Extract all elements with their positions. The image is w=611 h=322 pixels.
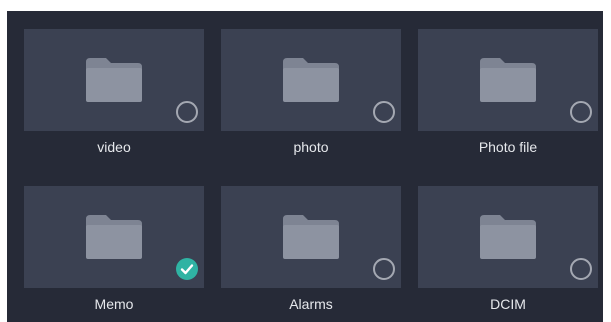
folder-tile-video[interactable]: video	[24, 29, 204, 164]
folder-tile-dcim[interactable]: DCIM	[418, 186, 598, 321]
folder-label: DCIM	[490, 296, 526, 312]
folder-label: Memo	[94, 296, 134, 312]
folder-thumbnail	[24, 186, 204, 288]
folder-thumbnail	[418, 29, 598, 131]
folder-thumbnail	[24, 29, 204, 131]
folder-tile-photo-file[interactable]: Photo file	[418, 29, 598, 164]
folder-grid: video photo Photo file Memo Alarms DCIM	[24, 29, 598, 321]
folder-icon	[283, 215, 339, 259]
folder-icon	[480, 215, 536, 259]
folder-label: video	[97, 139, 131, 155]
selection-circle[interactable]	[570, 101, 592, 123]
folder-tile-alarms[interactable]: Alarms	[221, 186, 401, 321]
folder-label: Alarms	[289, 296, 333, 312]
folder-label: Photo file	[478, 139, 538, 155]
selection-circle[interactable]	[373, 258, 395, 280]
folder-icon	[283, 58, 339, 102]
folder-browser-screen: video photo Photo file Memo Alarms DCIM	[7, 11, 603, 322]
selection-circle[interactable]	[176, 101, 198, 123]
selection-circle[interactable]	[570, 258, 592, 280]
folder-icon	[86, 215, 142, 259]
folder-tile-photo[interactable]: photo	[221, 29, 401, 164]
folder-icon	[86, 58, 142, 102]
folder-label: photo	[293, 139, 329, 155]
selection-check-icon[interactable]	[176, 258, 198, 280]
folder-icon	[480, 58, 536, 102]
selection-circle[interactable]	[373, 101, 395, 123]
folder-thumbnail	[221, 186, 401, 288]
folder-thumbnail	[221, 29, 401, 131]
folder-thumbnail	[418, 186, 598, 288]
folder-tile-memo[interactable]: Memo	[24, 186, 204, 321]
